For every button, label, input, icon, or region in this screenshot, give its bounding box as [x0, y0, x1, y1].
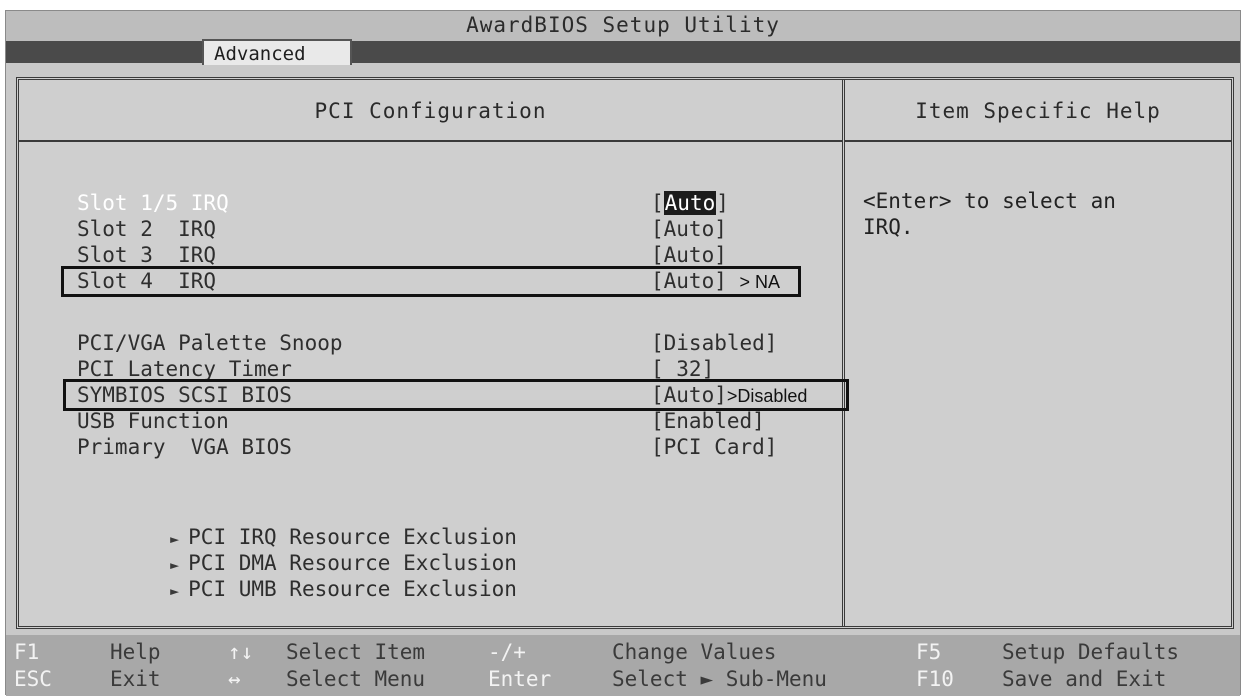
key-hint-f1: F1 — [14, 640, 40, 664]
selected-value-highlight: Auto — [663, 191, 717, 215]
key-hint-minusplus: -/+ — [488, 640, 526, 664]
key-hint-updown-desc: Select Item — [286, 640, 426, 664]
setting-value[interactable]: [Auto] — [651, 242, 727, 268]
setting-row-slot-3-irq[interactable]: Slot 3 IRQ [Auto] — [77, 242, 817, 268]
setting-label: Primary VGA BIOS — [77, 435, 292, 459]
main-panel: PCI Configuration Slot 1/5 IRQ [Auto] Sl… — [16, 77, 1234, 629]
setting-value[interactable]: [PCI Card] — [651, 434, 777, 460]
key-hint-f10-desc: Save and Exit — [1002, 667, 1167, 691]
key-hint-f5-desc: Setup Defaults — [1002, 640, 1180, 664]
annotation-box — [61, 266, 801, 297]
key-legend-bar: F1 Help ↑↓ Select Item -/+ Change Values… — [6, 635, 1240, 696]
annotation-box — [63, 379, 849, 411]
submenu-arrow-icon: ► — [170, 582, 180, 600]
submenu-pci-umb-resource-exclusion[interactable]: ► PCI UMB Resource Exclusion — [69, 550, 517, 630]
setting-label: USB Function — [77, 409, 229, 433]
key-hint-updown: ↑↓ — [228, 640, 254, 664]
setting-row-slot-2-irq[interactable]: Slot 2 IRQ [Auto] — [77, 216, 817, 242]
setting-value[interactable]: [Auto] — [651, 216, 727, 242]
key-hint-leftright-desc: Select Menu — [286, 667, 426, 691]
setting-row-usb-function[interactable]: USB Function [Enabled] — [77, 408, 817, 434]
setting-value[interactable]: [Disabled] — [651, 330, 777, 356]
key-hint-leftright: ↔ — [228, 667, 241, 691]
pane-title: PCI Configuration — [19, 80, 842, 142]
setting-value[interactable]: [Enabled] — [651, 408, 765, 434]
help-text: <Enter> to select an IRQ. — [863, 189, 1116, 239]
setting-row-pci-vga-palette-snoop[interactable]: PCI/VGA Palette Snoop [Disabled] — [77, 330, 817, 356]
app-title: AwardBIOS Setup Utility — [466, 13, 780, 37]
setting-label: Slot 3 IRQ — [77, 243, 217, 267]
bios-screen: AwardBIOS Setup Utility Advanced PCI Con… — [5, 10, 1241, 696]
setting-label: Slot 1/5 IRQ — [77, 191, 229, 215]
key-hint-minusplus-desc: Change Values — [612, 640, 777, 664]
setting-row-slot-1-5-irq[interactable]: Slot 1/5 IRQ [Auto] — [77, 190, 817, 216]
key-hint-esc-desc: Exit — [110, 667, 161, 691]
setting-value[interactable]: [Auto] — [651, 190, 729, 216]
key-hint-f5: F5 — [916, 640, 942, 664]
title-bar: AwardBIOS Setup Utility — [6, 11, 1240, 43]
help-pane: Item Specific Help <Enter> to select an … — [845, 80, 1231, 626]
settings-pane: PCI Configuration Slot 1/5 IRQ [Auto] Sl… — [19, 80, 849, 626]
key-hint-esc: ESC — [14, 667, 52, 691]
key-hint-f1-desc: Help — [110, 640, 161, 664]
key-hint-enter: Enter — [488, 667, 552, 691]
submenu-label: PCI UMB Resource Exclusion — [188, 577, 517, 601]
help-title: Item Specific Help — [845, 80, 1231, 142]
setting-label: Slot 2 IRQ — [77, 217, 217, 241]
key-hint-f10: F10 — [916, 667, 954, 691]
setting-row-primary-vga-bios[interactable]: Primary VGA BIOS [PCI Card] — [77, 434, 817, 460]
tab-strip — [6, 41, 1240, 63]
tab-advanced[interactable]: Advanced — [202, 39, 352, 65]
key-hint-enter-desc: Select ► Sub-Menu — [612, 667, 827, 691]
setting-label: PCI/VGA Palette Snoop — [77, 331, 343, 355]
